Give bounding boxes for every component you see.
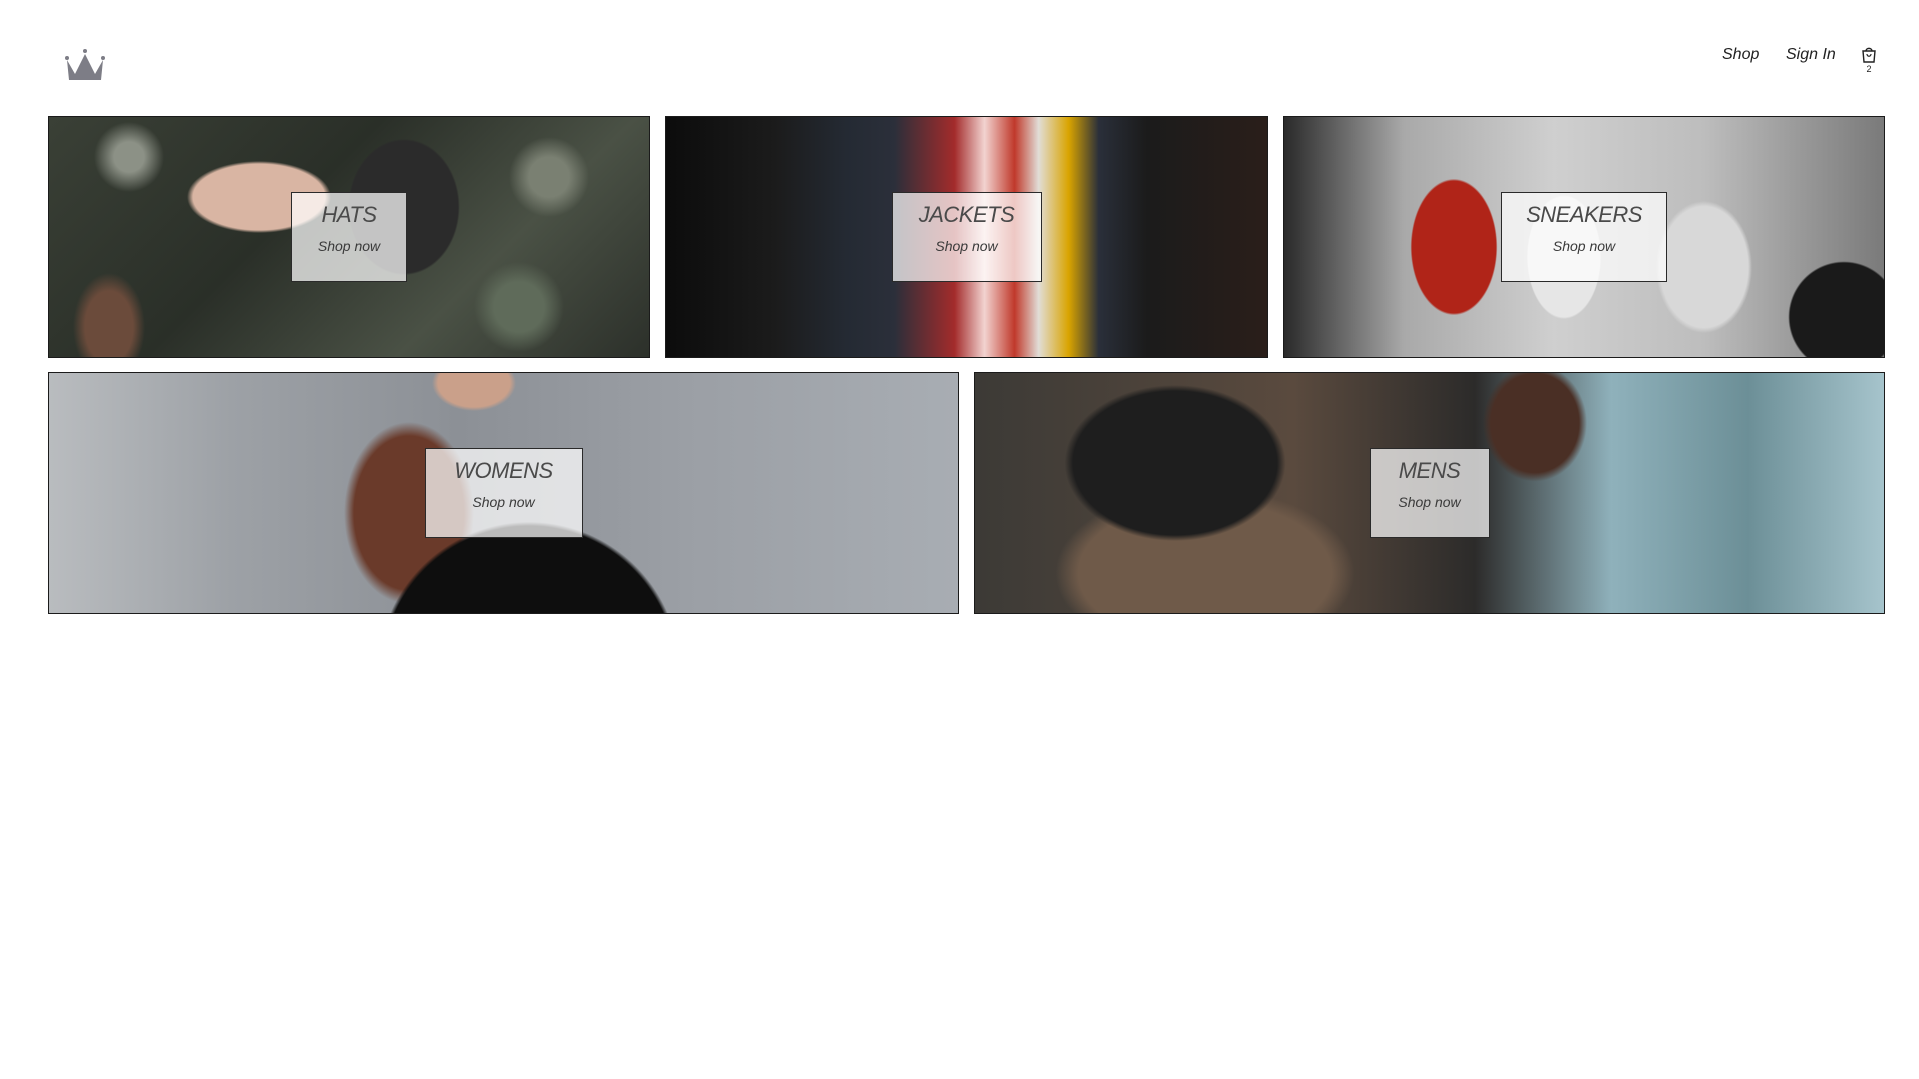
- cart-count-badge: 2: [1866, 64, 1872, 74]
- shopping-bag-icon: [1862, 47, 1876, 63]
- category-label-box[interactable]: WOMENS Shop now: [424, 448, 583, 538]
- category-tile-mens[interactable]: MENS Shop now: [974, 372, 1885, 614]
- nav-signin-link[interactable]: Sign In: [1786, 46, 1836, 64]
- shop-now-link[interactable]: Shop now: [316, 237, 382, 255]
- crown-icon: [65, 49, 105, 80]
- category-label-box[interactable]: JACKETS Shop now: [891, 192, 1042, 282]
- category-tile-sneakers[interactable]: SNEAKERS Shop now: [1283, 116, 1885, 358]
- site-header: Shop Sign In 2: [0, 0, 1919, 116]
- shop-now-link[interactable]: Shop now: [917, 237, 1017, 255]
- category-title: WOMENS: [454, 458, 553, 483]
- category-label-box[interactable]: HATS Shop now: [291, 192, 407, 282]
- category-tile-hats[interactable]: HATS Shop now: [48, 116, 650, 358]
- shop-now-link[interactable]: Shop now: [1526, 237, 1642, 255]
- shop-now-link[interactable]: Shop now: [450, 493, 558, 511]
- shop-now-link[interactable]: Shop now: [1395, 493, 1465, 511]
- home-logo-link[interactable]: [63, 48, 107, 84]
- category-title: HATS: [321, 202, 377, 227]
- category-title: SNEAKERS: [1526, 202, 1642, 227]
- category-title: MENS: [1398, 458, 1461, 483]
- cart-button[interactable]: 2: [1858, 46, 1880, 78]
- category-tile-womens[interactable]: WOMENS Shop now: [48, 372, 959, 614]
- category-label-box[interactable]: MENS Shop now: [1369, 448, 1490, 538]
- nav-shop-link[interactable]: Shop: [1722, 46, 1759, 64]
- category-title: JACKETS: [918, 202, 1015, 227]
- category-label-box[interactable]: SNEAKERS Shop now: [1501, 192, 1667, 282]
- category-tile-jackets[interactable]: JACKETS Shop now: [665, 116, 1268, 358]
